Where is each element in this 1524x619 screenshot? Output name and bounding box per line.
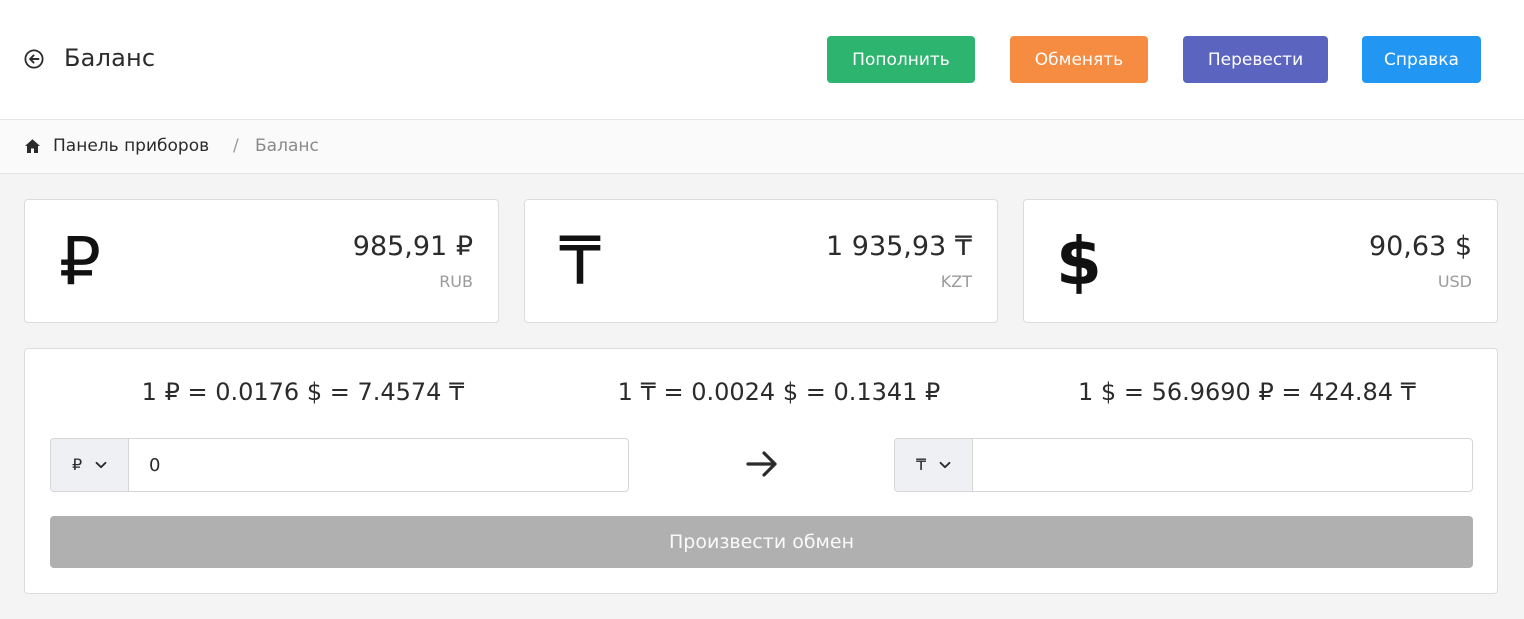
currency-code: KZT [940, 272, 972, 291]
ruble-icon: ₽ [59, 223, 101, 300]
breadcrumb-dashboard-link[interactable]: Панель приборов [53, 135, 209, 157]
from-currency-value: ₽ [72, 455, 83, 474]
rate-kzt: 1 ₸ = 0.0024 $ = 0.1341 ₽ [617, 378, 941, 406]
exchange-button[interactable]: Обменять [1010, 36, 1148, 83]
rate-rub: 1 ₽ = 0.0176 $ = 7.4574 ₸ [141, 378, 465, 406]
breadcrumb-current: Баланс [255, 136, 319, 156]
topup-button[interactable]: Пополнить [827, 36, 975, 83]
page-title: Баланс [64, 44, 156, 72]
submit-exchange-button[interactable]: Произвести обмен [50, 516, 1473, 568]
currency-code: USD [1437, 272, 1472, 291]
dollar-icon: $ [1056, 223, 1102, 300]
to-currency-select[interactable]: ₸ [895, 439, 973, 491]
currency-code: RUB [439, 272, 473, 291]
balance-amount: 90,63 $ [1368, 231, 1472, 262]
page-header: Баланс Пополнить Обменять Перевести Спра… [0, 0, 1524, 120]
from-currency-select[interactable]: ₽ [51, 439, 129, 491]
balance-card-usd: $ 90,63 $ USD [1023, 199, 1498, 323]
balance-amount: 985,91 ₽ [352, 231, 473, 262]
chevron-down-icon [95, 461, 107, 469]
rate-usd: 1 $ = 56.9690 ₽ = 424.84 ₸ [1078, 378, 1416, 406]
balance-card-kzt: ₸ 1 935,93 ₸ KZT [524, 199, 998, 323]
chevron-down-icon [939, 461, 951, 469]
balance-card-rub: ₽ 985,91 ₽ RUB [24, 199, 499, 323]
from-input-group: ₽ [50, 438, 629, 492]
arrow-right-icon [746, 451, 777, 477]
tenge-icon: ₸ [559, 223, 601, 300]
back-arrow-icon[interactable] [24, 49, 44, 69]
help-button[interactable]: Справка [1362, 36, 1481, 83]
exchange-panel: 1 ₽ = 0.0176 $ = 7.4574 ₸ 1 ₸ = 0.0024 $… [24, 348, 1498, 594]
to-amount-input[interactable] [973, 439, 1472, 491]
to-input-group: ₸ [894, 438, 1473, 492]
from-amount-input[interactable] [129, 439, 628, 491]
home-icon[interactable] [24, 138, 41, 154]
balance-amount: 1 935,93 ₸ [826, 231, 972, 262]
transfer-button[interactable]: Перевести [1183, 36, 1328, 83]
breadcrumb-separator: / [233, 136, 239, 156]
to-currency-value: ₸ [916, 455, 927, 474]
breadcrumb [0, 120, 1524, 174]
